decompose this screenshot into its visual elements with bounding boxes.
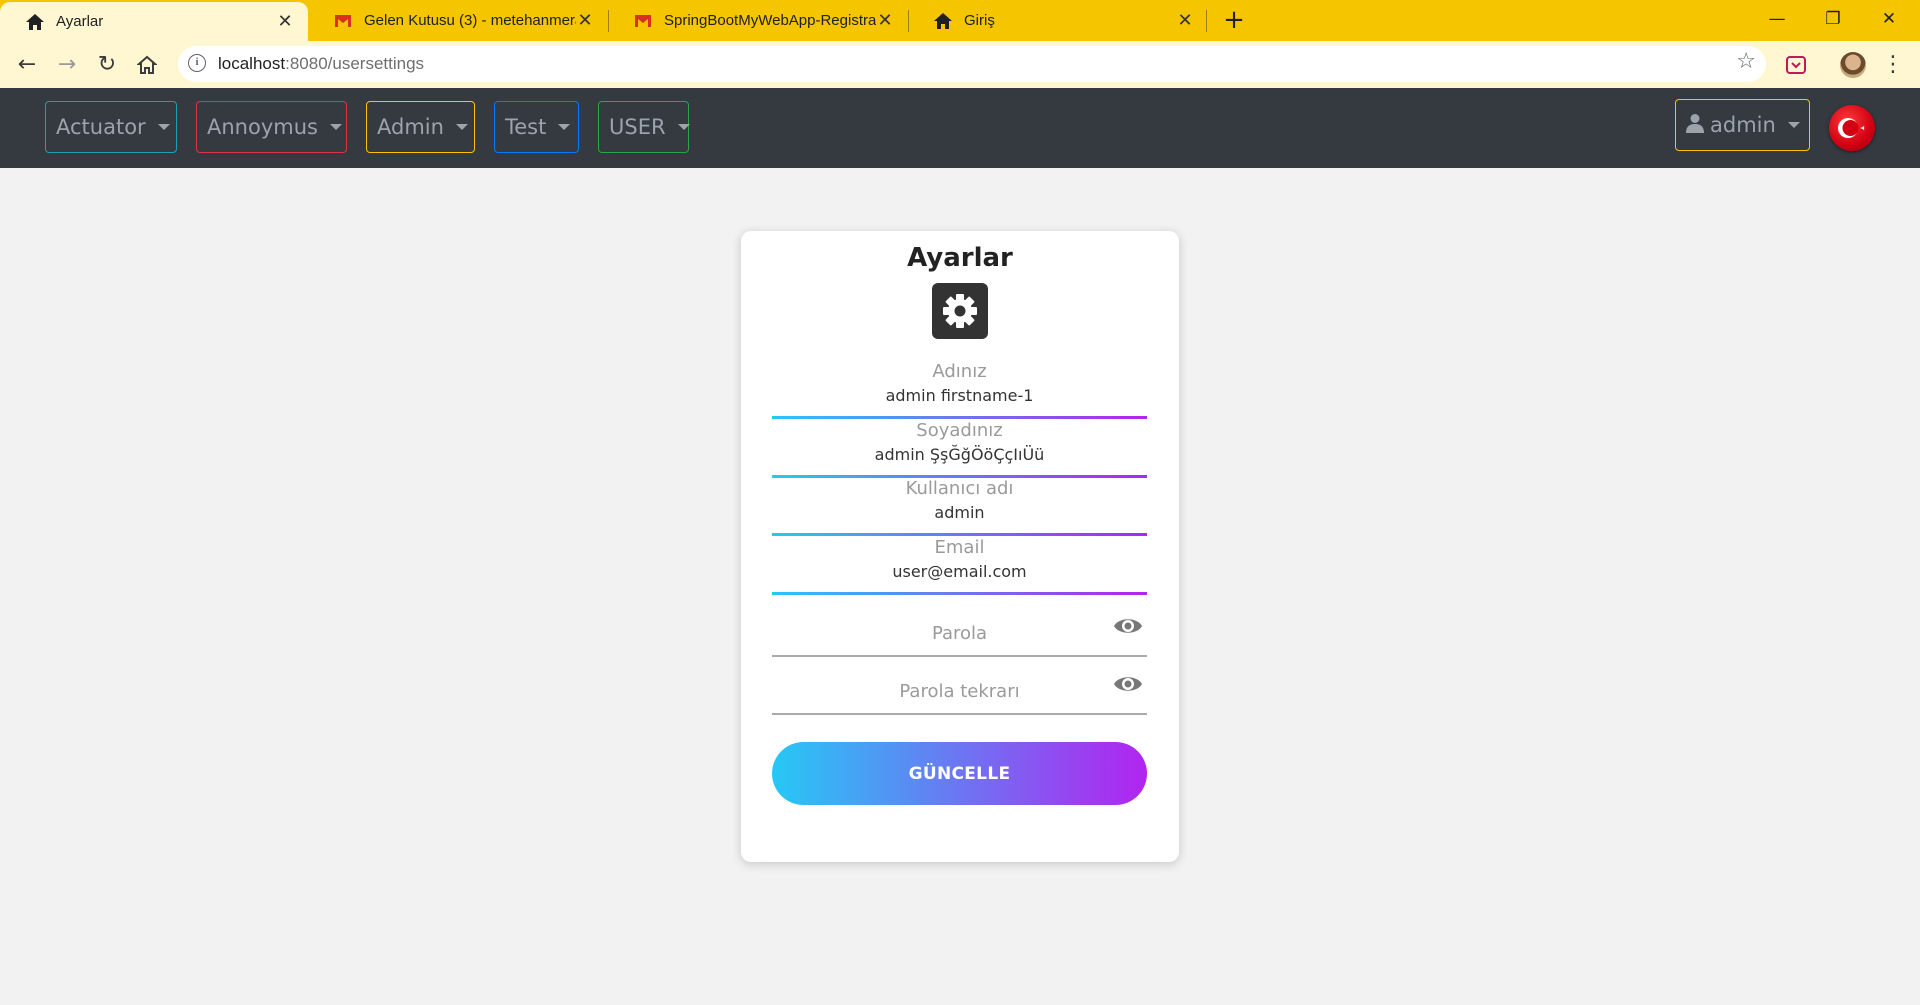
url-host: localhost [218, 54, 286, 73]
field-underline [772, 416, 1147, 419]
caret-down-icon [329, 124, 342, 130]
user-account-dropdown[interactable]: admin [1675, 99, 1810, 151]
firstname-field[interactable]: Adınız admin firstname-1 [772, 361, 1147, 419]
field-value[interactable]: admin ŞşĞğÖöÇçIıÜü [772, 445, 1147, 464]
lastname-field[interactable]: Soyadınız admin ŞşĞğÖöÇçIıÜü [772, 420, 1147, 478]
turkey-flag-icon[interactable] [1829, 105, 1875, 151]
dropdown-label: Annoymus [207, 115, 318, 139]
bookmark-star-icon[interactable]: ☆ [1736, 49, 1756, 74]
browser-tab-bar: Ayarlar ✕ Gelen Kutusu (3) - metehanmera… [0, 0, 1920, 41]
tab-separator [1206, 10, 1207, 32]
back-arrow-icon[interactable]: ← [12, 50, 42, 80]
profile-avatar[interactable] [1840, 52, 1866, 78]
dropdown-label: Actuator [56, 115, 146, 139]
field-underline [772, 533, 1147, 536]
url-path: :8080/usersettings [285, 54, 425, 73]
restore-icon[interactable]: ❐ [1810, 4, 1856, 34]
minimize-icon[interactable]: — [1754, 4, 1800, 34]
field-label: Email [934, 537, 985, 558]
gmail-icon [632, 11, 654, 31]
field-value[interactable]: admin firstname-1 [772, 386, 1147, 405]
reload-icon[interactable]: ↻ [92, 50, 122, 80]
caret-down-icon [157, 124, 170, 130]
field-value[interactable]: admin [772, 503, 1147, 522]
annoymus-dropdown[interactable]: Annoymus [196, 101, 347, 153]
caret-down-icon [1787, 122, 1800, 128]
pocket-extension-icon[interactable] [1785, 54, 1807, 76]
browser-toolbar: ← → ↻ i localhost:8080/usersettings ☆ ⋮ [0, 41, 1920, 88]
app-navbar: Actuator Annoymus Admin Test USER admin [0, 88, 1920, 168]
password-placeholder: Parola [931, 623, 988, 644]
username-field[interactable]: Kullanıcı adı admin [772, 478, 1147, 536]
tab-giris[interactable]: Giriş ✕ [908, 0, 1208, 41]
close-icon[interactable]: ✕ [876, 10, 894, 31]
tab-title: Ayarlar [56, 13, 104, 30]
tab-title: SpringBootMyWebApp-Registrat [664, 12, 876, 29]
close-icon[interactable]: ✕ [1176, 10, 1194, 31]
email-field[interactable]: Email user@email.com [772, 537, 1147, 595]
browser-menu-icon[interactable]: ⋮ [1882, 50, 1904, 80]
password-repeat-placeholder: Parola tekrarı [899, 681, 1020, 702]
caret-down-icon [558, 124, 571, 130]
site-info-icon[interactable]: i [188, 54, 206, 72]
caret-down-icon [677, 124, 690, 130]
field-underline [772, 592, 1147, 595]
test-dropdown[interactable]: Test [494, 101, 579, 153]
gmail-icon [332, 11, 354, 31]
dropdown-label: admin [1710, 113, 1776, 137]
tab-title: Giriş [964, 12, 995, 29]
dropdown-label: Test [505, 115, 547, 139]
close-icon[interactable]: ✕ [576, 10, 594, 31]
dropdown-label: USER [609, 115, 666, 139]
tab-ayarlar[interactable]: Ayarlar ✕ [0, 2, 308, 41]
admin-dropdown[interactable]: Admin [366, 101, 475, 153]
address-bar[interactable]: i localhost:8080/usersettings ☆ [178, 46, 1766, 82]
card-title: Ayarlar [907, 243, 1013, 273]
update-button[interactable]: GÜNCELLE [772, 742, 1147, 805]
field-value[interactable]: user@email.com [772, 562, 1147, 581]
password-repeat-field[interactable]: Parola tekrarı [772, 663, 1147, 715]
url-text: localhost:8080/usersettings [218, 54, 424, 74]
field-underline [772, 713, 1147, 715]
tab-springboot-registration[interactable]: SpringBootMyWebApp-Registrat ✕ [608, 0, 908, 41]
settings-card: Ayarlar Adınız admin firstname-1 Soyadın… [741, 231, 1179, 862]
field-label: Kullanıcı adı [905, 478, 1014, 499]
field-underline [772, 655, 1147, 657]
home-button-icon[interactable] [132, 50, 162, 80]
home-icon [24, 12, 46, 32]
eye-icon[interactable] [1113, 673, 1143, 695]
password-field[interactable]: Parola [772, 605, 1147, 657]
caret-down-icon [455, 124, 468, 130]
user-icon [1686, 113, 1704, 138]
eye-icon[interactable] [1113, 615, 1143, 637]
field-label: Adınız [932, 361, 987, 382]
close-icon[interactable]: ✕ [276, 11, 294, 32]
user-role-dropdown[interactable]: USER [598, 101, 690, 153]
window-close-icon[interactable]: ✕ [1866, 4, 1912, 34]
gear-icon [932, 283, 988, 339]
home-icon [932, 11, 954, 31]
new-tab-plus-icon[interactable]: + [1220, 6, 1248, 34]
dropdown-label: Admin [377, 115, 444, 139]
tab-title: Gelen Kutusu (3) - metehanmeral [364, 12, 576, 29]
field-label: Soyadınız [916, 420, 1003, 441]
forward-arrow-icon[interactable]: → [52, 50, 82, 80]
tab-gmail-inbox[interactable]: Gelen Kutusu (3) - metehanmeral ✕ [308, 0, 608, 41]
actuator-dropdown[interactable]: Actuator [45, 101, 177, 153]
